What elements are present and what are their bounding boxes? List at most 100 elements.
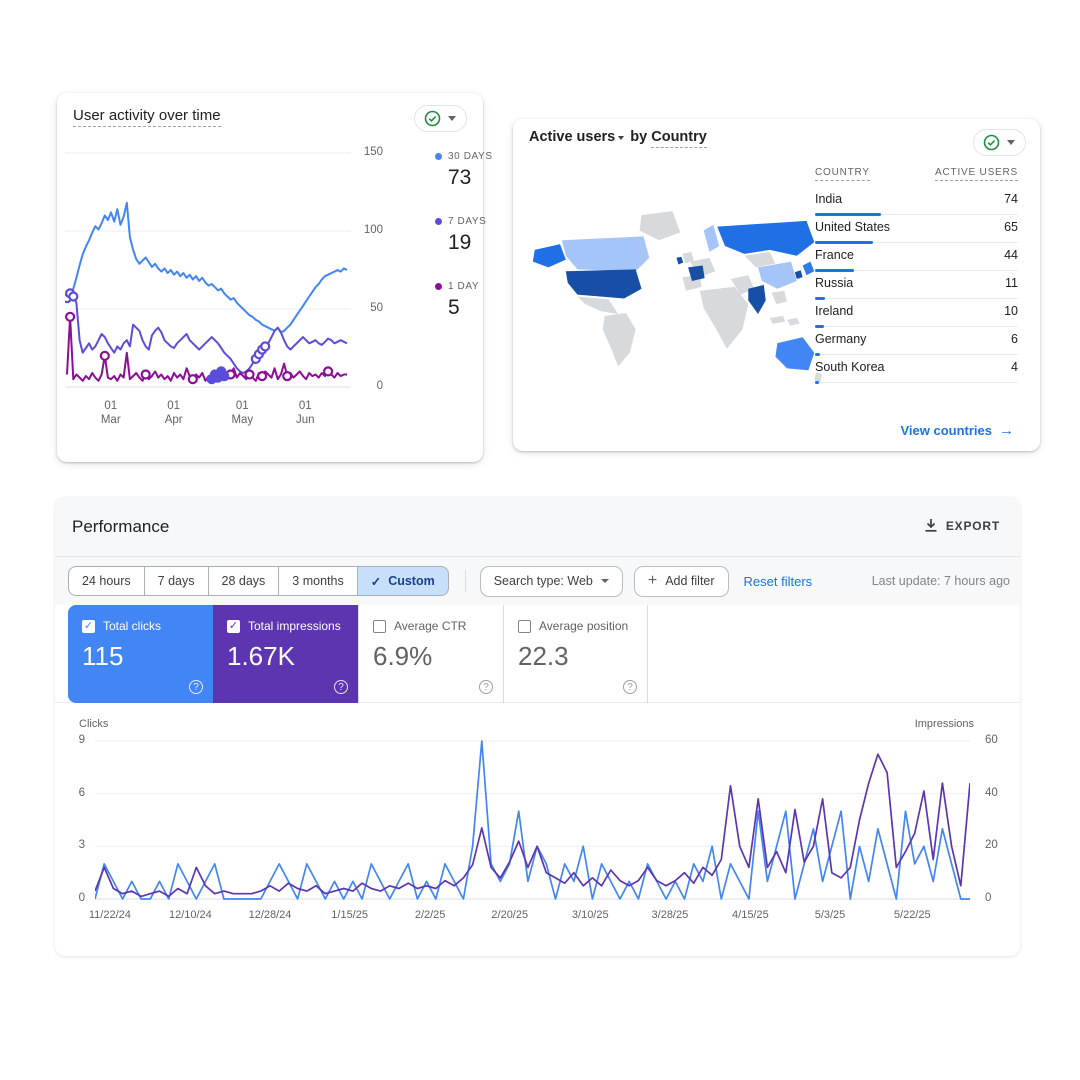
- countries-table-body: India74United States65France44 Russia 11 Ir…: [815, 187, 1018, 383]
- map-scandinavia: [704, 225, 720, 252]
- axis-tick-label: 40: [985, 787, 998, 799]
- country-row[interactable]: Germany 6: [815, 327, 1018, 355]
- map-indonesia-west: [770, 316, 786, 324]
- axis-tick-label: 1/15/25: [331, 909, 368, 921]
- axis-tick-label: 01Jun: [285, 399, 325, 427]
- metric-card-total-impressions[interactable]: ✓ Total impressions 1.67K ?: [213, 605, 358, 703]
- axis-tick-label: 5/3/25: [815, 909, 846, 921]
- chevron-down-icon: [1007, 140, 1015, 145]
- arrow-right-icon: →: [999, 422, 1014, 439]
- tab-24-hours[interactable]: 24 hours: [68, 566, 144, 596]
- country-name: India: [815, 192, 842, 206]
- axis-tick-label: 3/28/25: [652, 909, 689, 921]
- country-active-users: 11: [1005, 276, 1018, 290]
- search-type-dropdown[interactable]: Search type: Web: [480, 566, 623, 597]
- user-activity-card: User activity over time 150100500 01Mar0…: [57, 93, 483, 462]
- legend-item-30-days: 30 DAYS 73: [435, 151, 493, 190]
- country-active-users: 44: [1004, 248, 1018, 262]
- checkbox-total-clicks[interactable]: ✓: [82, 620, 95, 633]
- clicks-axis-labels: 9630: [55, 737, 89, 903]
- axis-tick-label: 01Mar: [91, 399, 131, 427]
- legend-dot-7-days: [435, 218, 442, 225]
- country-row[interactable]: France44: [815, 243, 1018, 271]
- map-united-states[interactable]: [566, 269, 642, 298]
- legend-value-1-day: 5: [448, 296, 479, 320]
- tab-custom[interactable]: ✓ Custom: [357, 566, 449, 596]
- world-map: [527, 199, 823, 395]
- country-row[interactable]: Ireland10: [815, 299, 1018, 327]
- reset-filters-link[interactable]: Reset filters: [744, 574, 813, 589]
- activity-line-chart: [65, 145, 351, 397]
- map-russia[interactable]: [717, 221, 814, 256]
- export-button[interactable]: EXPORT: [924, 518, 1000, 533]
- checkbox-average-ctr[interactable]: [373, 620, 386, 633]
- map-ireland[interactable]: [676, 257, 683, 265]
- view-countries-link[interactable]: View countries →: [900, 422, 1014, 439]
- map-south-korea[interactable]: [795, 270, 803, 279]
- check-icon: ✓: [371, 574, 381, 589]
- axis-tick-label: 100: [364, 224, 383, 236]
- activity-card-title: User activity over time: [73, 107, 221, 124]
- column-header-active-users[interactable]: ACTIVE USERS: [935, 167, 1018, 181]
- map-africa: [700, 287, 749, 349]
- metric-card-average-position[interactable]: Average position 22.3 ?: [503, 605, 648, 703]
- axis-tick-label: 50: [370, 302, 383, 314]
- help-icon[interactable]: ?: [189, 680, 203, 694]
- map-kazakhstan: [744, 252, 775, 268]
- last-update-text: Last update: 7 hours ago: [872, 574, 1010, 588]
- axis-tick-label: 0: [985, 892, 991, 904]
- metric-card-total-clicks[interactable]: ✓ Total clicks 115 ?: [68, 605, 213, 703]
- axis-tick-label: 4/15/25: [732, 909, 769, 921]
- column-header-country[interactable]: COUNTRY: [815, 167, 870, 181]
- legend-value-7-days: 19: [448, 231, 486, 255]
- axis-tick-label: 20: [985, 839, 998, 851]
- country-row[interactable]: India74: [815, 187, 1018, 215]
- metric-card-average-ctr[interactable]: Average CTR 6.9% ?: [358, 605, 503, 703]
- divider: [55, 556, 1020, 557]
- dimension-selector[interactable]: Country: [651, 129, 707, 148]
- check-circle-icon: [983, 134, 1000, 151]
- tab-28-days[interactable]: 28 days: [208, 566, 279, 596]
- tab-3-months[interactable]: 3 months: [278, 566, 356, 596]
- country-active-users: 10: [1004, 304, 1018, 318]
- map-japan: [803, 262, 815, 276]
- performance-panel: Performance EXPORT 24 hours 7 days 28 da…: [55, 497, 1020, 956]
- map-canada[interactable]: [562, 236, 649, 271]
- legend-item-1-day: 1 DAY 5: [435, 281, 479, 320]
- activity-status-dropdown[interactable]: [414, 105, 467, 132]
- chevron-down-icon: [601, 579, 609, 583]
- country-row[interactable]: Russia 11: [815, 271, 1018, 299]
- map-alaska: [533, 244, 566, 267]
- axis-tick-label: 3: [79, 839, 85, 851]
- checkbox-total-impressions[interactable]: ✓: [227, 620, 240, 633]
- country-name: Russia: [815, 276, 853, 290]
- checkbox-average-position[interactable]: [518, 620, 531, 633]
- map-australia[interactable]: [775, 337, 814, 370]
- help-icon[interactable]: ?: [334, 680, 348, 694]
- countries-status-dropdown[interactable]: [973, 129, 1026, 156]
- countries-table-header: COUNTRY ACTIVE USERS: [815, 167, 1018, 187]
- country-row[interactable]: United States65: [815, 215, 1018, 243]
- country-name: Germany: [815, 332, 866, 346]
- axis-tick-label: 12/28/24: [249, 909, 292, 921]
- axis-tick-label: 6: [79, 787, 85, 799]
- tab-7-days[interactable]: 7 days: [144, 566, 208, 596]
- activity-y-axis-labels: 150100500: [353, 145, 387, 397]
- help-icon[interactable]: ?: [623, 680, 637, 694]
- metric-value-total-clicks: 115: [82, 641, 201, 672]
- axis-tick-label: 11/22/24: [89, 909, 131, 921]
- help-icon[interactable]: ?: [479, 680, 493, 694]
- divider: [465, 570, 466, 592]
- impressions-axis-labels: 6040200: [977, 737, 1017, 903]
- filter-row: 24 hours 7 days 28 days 3 months ✓ Custo…: [68, 565, 1010, 597]
- countries-card-title: Active users by Country: [529, 129, 707, 145]
- map-indonesia-east: [787, 318, 800, 326]
- country-row[interactable]: South Korea4: [815, 355, 1018, 383]
- metric-selector[interactable]: Active users: [529, 129, 615, 145]
- axis-tick-label: 0: [79, 892, 85, 904]
- map-india[interactable]: [748, 285, 765, 314]
- legend-dot-1-day: [435, 283, 442, 290]
- add-filter-button[interactable]: + Add filter: [634, 566, 729, 597]
- country-active-users: 6: [1011, 332, 1018, 346]
- metric-value-average-position: 22.3: [518, 641, 635, 672]
